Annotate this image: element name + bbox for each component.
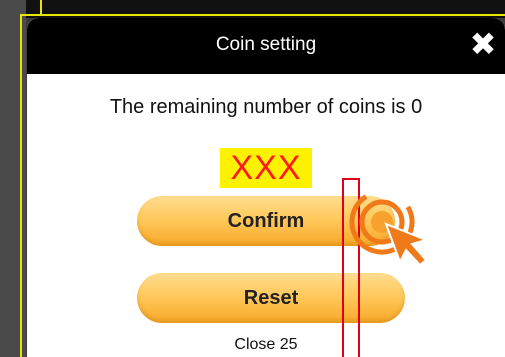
selection-outline-mark [40,0,42,16]
dialog-title: Coin setting [215,34,317,55]
reset-button[interactable]: Reset [137,273,405,323]
screen: Coin setting ✖ The remaining number of c… [0,0,505,357]
left-strip [0,0,26,357]
close-icon[interactable]: ✖ [466,27,500,61]
remaining-coins-text: The remaining number of coins is 0 [109,96,423,118]
coin-value-highlight: XXX [220,148,312,188]
selection-outline-top [20,14,505,16]
coin-setting-dialog: Coin setting ✖ The remaining number of c… [27,18,505,357]
selection-outline-left [20,14,22,357]
dialog-header: Coin setting ✖ [27,18,505,74]
tap-pointer-icon [349,189,430,267]
close-countdown-text: Close 25 [234,336,298,353]
